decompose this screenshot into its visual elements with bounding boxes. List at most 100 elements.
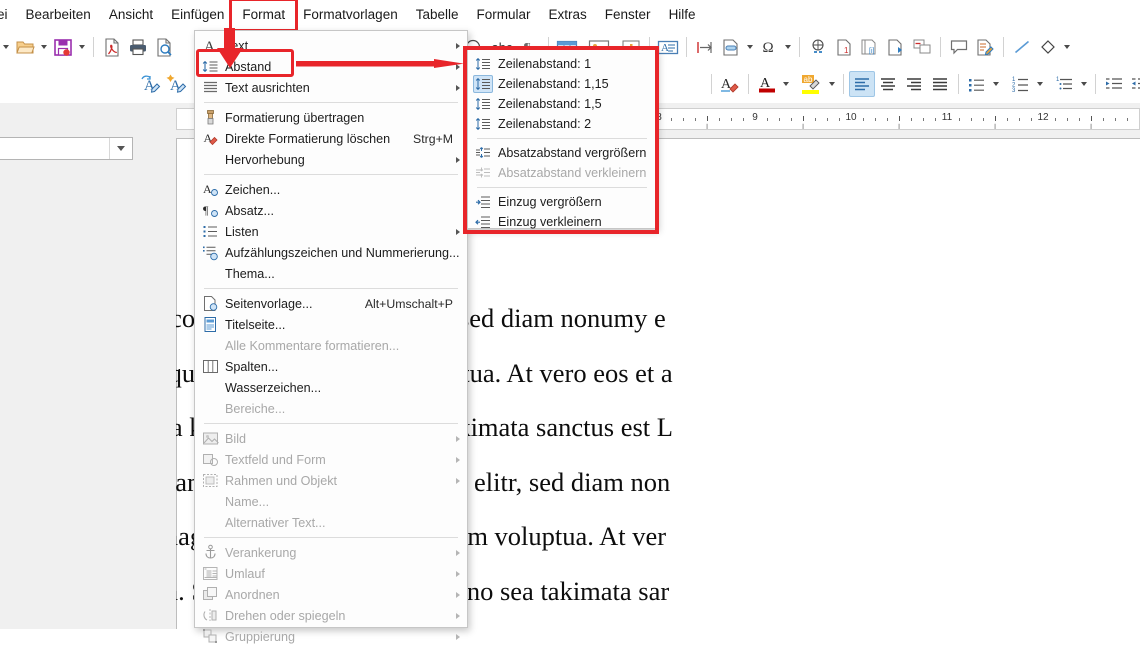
rotate-flip-icon	[195, 605, 225, 626]
hyperlink-icon[interactable]	[805, 34, 831, 60]
basic-shapes-caret-icon[interactable]	[1061, 34, 1073, 60]
menu-formular-label: Formular	[476, 6, 531, 22]
menu-item-hervorhebung[interactable]: Hervorhebung	[195, 149, 467, 170]
menu-formatvorlagen[interactable]: Formatvorlagen	[294, 3, 407, 27]
cross-reference-icon[interactable]	[909, 34, 935, 60]
menu-item-wasserzeichen[interactable]: Wasserzeichen...	[195, 377, 467, 398]
align-center-icon[interactable]	[875, 71, 901, 97]
menu-format[interactable]: Format	[229, 0, 299, 32]
menu-item-spalten[interactable]: Spalten...	[195, 356, 467, 377]
save-icon[interactable]	[50, 34, 76, 60]
align-right-icon[interactable]	[901, 71, 927, 97]
ruler-tab-stop[interactable]: ⊥	[799, 123, 807, 130]
menu-formular[interactable]: Formular	[468, 3, 540, 27]
menu-item-titelseite[interactable]: Titelseite...	[195, 314, 467, 335]
ruler-tab-stop[interactable]: ⊥	[703, 123, 711, 130]
submenu-item-einzug-vergrößern[interactable]: Einzug vergrößern	[468, 192, 656, 212]
submenu-item-zeilenabstand-2[interactable]: Zeilenabstand: 2	[468, 114, 656, 134]
outline-list-icon[interactable]: 1	[1052, 71, 1078, 97]
special-character-icon[interactable]: Ω	[756, 34, 782, 60]
ruler-unit-label: 8	[656, 112, 662, 123]
menu-item-abstand[interactable]: Abstand	[195, 56, 467, 77]
submenu-item-zeilenabstand-1-15[interactable]: Zeilenabstand: 1,15	[468, 74, 656, 94]
menu-item-text[interactable]: A Text	[195, 35, 467, 56]
print-preview-icon[interactable]	[151, 34, 177, 60]
menu-item-label: Spalten...	[225, 359, 279, 374]
decrease-indent-icon[interactable]	[1127, 71, 1140, 97]
menu-item-absatz[interactable]: ¶ Absatz...	[195, 200, 467, 221]
menu-bar[interactable]: ei Bearbeiten Ansicht Einfügen Format Formatv…	[0, 0, 1140, 32]
endnote-icon[interactable]: [i]	[857, 34, 883, 60]
format-dropdown-menu[interactable]: A Text Abstand Text ausrichten Formatierung …	[194, 30, 468, 644]
menu-item-listen[interactable]: Listen	[195, 221, 467, 242]
submenu-item-einzug-verkleinern[interactable]: Einzug verkleinern	[468, 212, 656, 232]
menu-item-zeichen[interactable]: A Zeichen...	[195, 179, 467, 200]
save-caret-icon[interactable]	[76, 34, 88, 60]
ordered-list-icon[interactable]: 123	[1008, 71, 1034, 97]
increase-indent-icon[interactable]	[1101, 71, 1127, 97]
unordered-list-icon[interactable]	[964, 71, 990, 97]
menu-item-label: Textfeld und Form	[225, 452, 326, 467]
new-style-icon[interactable]: A	[164, 71, 190, 97]
menu-einfuegen[interactable]: Einfügen	[162, 3, 233, 27]
update-style-icon[interactable]: A	[138, 71, 164, 97]
menu-bearbeiten[interactable]: Bearbeiten	[17, 3, 100, 27]
menu-hilfe[interactable]: Hilfe	[660, 3, 705, 27]
ruler-tab-stop[interactable]: ⊥	[991, 123, 999, 130]
field-caret-icon[interactable]	[744, 34, 756, 60]
font-color-caret-icon[interactable]	[780, 71, 792, 97]
highlight-color-caret-icon[interactable]	[826, 71, 838, 97]
paragraph-style-dropdown-icon[interactable]	[109, 138, 132, 159]
textbox-icon[interactable]: A	[655, 34, 681, 60]
track-changes-icon[interactable]	[972, 34, 998, 60]
submenu-divider	[477, 187, 647, 188]
print-icon[interactable]	[125, 34, 151, 60]
toolbar-separator	[843, 74, 844, 94]
outline-list-caret-icon[interactable]	[1078, 71, 1090, 97]
spacing-submenu[interactable]: Zeilenabstand: 1 Zeilenabstand: 1,15 Zeile…	[467, 49, 657, 229]
basic-shapes-icon[interactable]	[1035, 34, 1061, 60]
menu-item-aufzählungszeichen-und-nummerierung[interactable]: Aufzählungszeichen und Nummerierung...	[195, 242, 467, 263]
menu-item-label: Bild	[225, 431, 246, 446]
highlight-color-icon[interactable]: ab	[798, 71, 826, 97]
menu-extras[interactable]: Extras	[540, 3, 596, 27]
submenu-divider	[477, 138, 647, 139]
menu-divider	[204, 174, 458, 175]
bookmark-icon[interactable]	[883, 34, 909, 60]
ordered-list-caret-icon[interactable]	[1034, 71, 1046, 97]
ruler-tab-stop[interactable]: ⊥	[1087, 123, 1095, 130]
submenu-item-zeilenabstand-1[interactable]: Zeilenabstand: 1	[468, 54, 656, 74]
menu-item-label: Absatz...	[225, 203, 274, 218]
menu-ansicht[interactable]: Ansicht	[100, 3, 162, 27]
align-left-icon[interactable]	[849, 71, 875, 97]
submenu-item-zeilenabstand-1-5[interactable]: Zeilenabstand: 1,5	[468, 94, 656, 114]
menu-item-direkte-formatierung-löschen[interactable]: A Direkte Formatierung löschen Strg+M	[195, 128, 467, 149]
menu-datei[interactable]: ei	[0, 3, 17, 27]
paragraph-style-combo[interactable]: dard	[0, 137, 133, 160]
justified-icon[interactable]	[927, 71, 953, 97]
submenu-item-absatzabstand-vergrößern[interactable]: Absatzabstand vergrößern	[468, 143, 656, 163]
menu-item-thema[interactable]: Thema...	[195, 263, 467, 284]
menu-tabelle[interactable]: Tabelle	[407, 3, 468, 27]
font-color-icon[interactable]: A	[754, 71, 780, 97]
menu-item-formatierung-übertragen[interactable]: Formatierung übertragen	[195, 107, 467, 128]
menu-fenster[interactable]: Fenster	[596, 3, 660, 27]
open-caret-icon[interactable]	[38, 34, 50, 60]
open-folder-icon[interactable]	[12, 34, 38, 60]
svg-text:Ω: Ω	[763, 40, 774, 56]
menu-item-seitenvorlage[interactable]: Seitenvorlage... Alt+Umschalt+P	[195, 293, 467, 314]
field-icon[interactable]	[718, 34, 744, 60]
special-character-caret-icon[interactable]	[782, 34, 794, 60]
export-pdf-icon[interactable]	[99, 34, 125, 60]
clear-formatting-icon[interactable]: A	[717, 71, 743, 97]
unordered-list-caret-icon[interactable]	[990, 71, 1002, 97]
menu-item-text-ausrichten[interactable]: Text ausrichten	[195, 77, 467, 98]
footnote-icon[interactable]: 1	[831, 34, 857, 60]
line-spacing-icon	[202, 61, 217, 72]
new-doc-caret-icon[interactable]	[0, 34, 12, 60]
wrap-icon	[202, 567, 217, 580]
comment-icon[interactable]	[946, 34, 972, 60]
ruler-tab-stop[interactable]: ⊥	[895, 123, 903, 130]
page-break-icon[interactable]	[692, 34, 718, 60]
line-icon[interactable]	[1009, 34, 1035, 60]
